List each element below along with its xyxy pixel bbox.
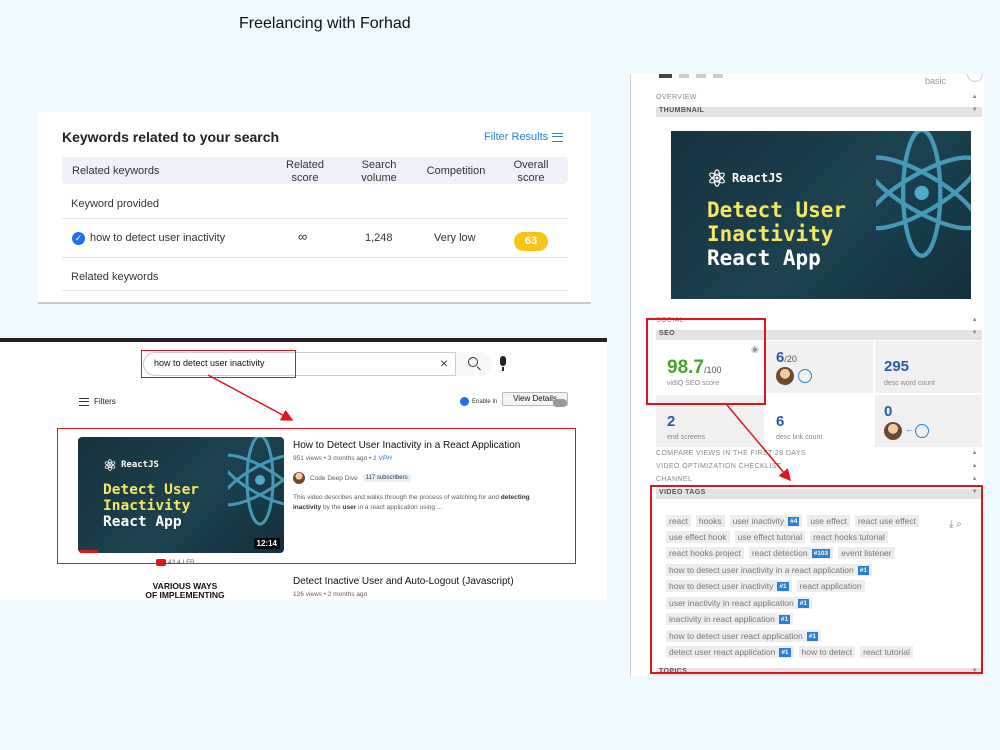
annotation-arrows xyxy=(207,374,791,482)
